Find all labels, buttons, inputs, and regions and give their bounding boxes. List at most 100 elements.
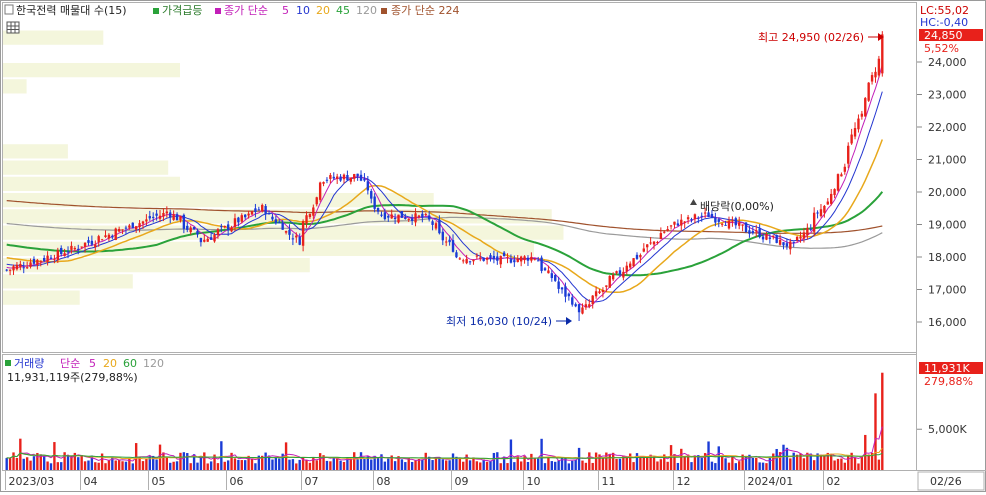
- volume-bar: [332, 457, 335, 470]
- candle-body: [223, 226, 226, 228]
- volume-bar: [175, 461, 179, 470]
- volume-bar: [77, 457, 80, 470]
- volume-bar: [536, 458, 540, 470]
- volume-bar: [874, 393, 877, 470]
- candle-body: [635, 254, 639, 259]
- month-label: 07: [305, 475, 319, 488]
- stock-chart-svg[interactable]: 16,000 17,000 18,000 19,000 20,000 21,000 22,0…: [0, 0, 986, 492]
- volume-bar: [288, 459, 291, 470]
- candle-body: [230, 227, 233, 232]
- price-legend-signal[interactable]: 가격급등: [162, 4, 202, 17]
- volume-legend-ma60: 60: [123, 357, 137, 370]
- volume-bar: [206, 463, 209, 470]
- candle: [864, 97, 867, 117]
- volume-legend-title[interactable]: 거래량: [14, 357, 44, 370]
- volume-bar: [499, 463, 502, 470]
- volume-bar: [727, 462, 731, 470]
- volume-bar: [625, 456, 628, 470]
- volume-bar: [117, 459, 121, 470]
- candle-body: [462, 260, 465, 262]
- volume-bar: [376, 457, 380, 470]
- volume-bar: [666, 461, 669, 470]
- last-price-value: 24,850: [924, 29, 963, 42]
- volume-bar: [751, 457, 755, 470]
- volume-bar: [768, 457, 772, 470]
- volume-bar: [83, 461, 87, 470]
- candle: [131, 222, 134, 229]
- candle-body: [812, 212, 816, 232]
- candle-body: [833, 189, 836, 196]
- volume-bar: [421, 459, 424, 470]
- candle-body: [465, 258, 468, 264]
- price-legend-ma5: 5: [282, 4, 289, 17]
- candle-body: [755, 230, 758, 232]
- candle-body: [169, 212, 172, 218]
- volume-bar: [223, 461, 226, 470]
- month-label: 2024/01: [748, 475, 794, 488]
- candle-body: [104, 235, 107, 238]
- volume-bar: [410, 461, 414, 470]
- candle-body: [29, 262, 32, 267]
- candle-body: [519, 256, 523, 262]
- price-legend-ma-label[interactable]: 종가 단순: [224, 4, 268, 17]
- volume-bar: [80, 455, 83, 470]
- volume-bar: [387, 458, 390, 470]
- candle-body: [186, 225, 189, 230]
- volume-legend-ma5: 5: [89, 357, 96, 370]
- candle-body: [618, 270, 622, 275]
- candle-body: [387, 215, 390, 218]
- candle-body: [809, 228, 812, 230]
- stock-chart-window[interactable]: 16,000 17,000 18,000 19,000 20,000 21,000 22,0…: [0, 0, 986, 492]
- candle-body: [802, 232, 806, 239]
- candle-body: [823, 205, 826, 213]
- candle-body: [710, 213, 714, 218]
- volume-bar: [145, 458, 148, 470]
- volume-bar: [451, 453, 455, 470]
- volume-bar: [738, 461, 741, 470]
- candle-body: [686, 217, 690, 220]
- volume-bar: [567, 463, 571, 470]
- volume-bar: [445, 460, 448, 470]
- volume-bar: [618, 458, 622, 470]
- volume-bar: [581, 460, 584, 470]
- candle-body: [857, 118, 860, 130]
- candle-body: [237, 217, 240, 223]
- volume-bar: [356, 459, 359, 470]
- volume-bar: [836, 458, 840, 470]
- candle-body: [107, 234, 111, 239]
- candle-body: [816, 212, 819, 214]
- price-tick-label: 24,000: [928, 56, 967, 69]
- volume-bar: [632, 462, 635, 470]
- volume-profile-band: [3, 79, 27, 94]
- volume-legend-ma-label[interactable]: 단순: [60, 357, 80, 370]
- candle-body: [441, 231, 444, 241]
- candle-body: [468, 261, 472, 263]
- price-tick-label: 16,000: [928, 316, 967, 329]
- volume-bar: [601, 457, 605, 470]
- candle-body: [209, 237, 213, 240]
- price-tick-label: 20,000: [928, 186, 967, 199]
- volume-bar: [458, 458, 462, 470]
- volume-bar: [482, 459, 485, 470]
- candle-body: [540, 257, 543, 271]
- candle-body: [663, 231, 666, 233]
- legend-box-icon[interactable]: [4, 4, 14, 15]
- candle-body: [60, 247, 63, 255]
- candle-body: [295, 235, 298, 238]
- volume-bar: [557, 460, 560, 470]
- volume-bar: [49, 463, 53, 470]
- candle-body: [114, 228, 117, 241]
- price-legend-title[interactable]: 한국전력 매물대 수(15): [16, 4, 127, 17]
- volume-bar: [318, 453, 322, 470]
- volume-bar: [121, 461, 124, 470]
- volume-bar: [853, 457, 857, 470]
- volume-bar: [526, 461, 530, 470]
- candle-body: [370, 191, 373, 199]
- candle-body: [220, 226, 223, 228]
- data-table-icon[interactable]: [6, 21, 20, 34]
- price-legend-ma224[interactable]: 종가 단순 224: [391, 4, 459, 17]
- candle-body: [669, 225, 673, 227]
- volume-bar: [639, 457, 642, 470]
- volume-bar: [479, 462, 482, 470]
- volume-profile-band: [3, 160, 169, 175]
